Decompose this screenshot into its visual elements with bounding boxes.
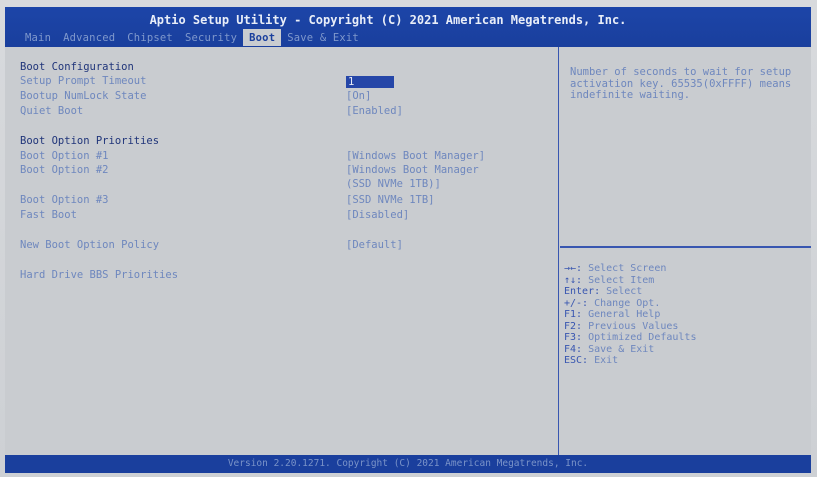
help-description: Number of seconds to wait for setup acti… bbox=[570, 66, 792, 101]
setting-label: Boot Option #3 bbox=[20, 194, 109, 206]
setting-label: Fast Boot bbox=[20, 209, 77, 221]
key-hint: ↑↓: Select Item bbox=[564, 275, 696, 287]
section-boot-option-priorities: Boot Option Priorities bbox=[10, 135, 558, 151]
setting-value[interactable]: [Enabled] bbox=[346, 105, 403, 117]
key-hint: F2: Previous Values bbox=[564, 321, 696, 333]
key-description: Exit bbox=[594, 355, 619, 366]
plus-minus-key: +/-: bbox=[564, 297, 589, 309]
tab-bar: Main Advanced Chipset Security Boot Save… bbox=[19, 29, 365, 46]
key-description: Select bbox=[606, 286, 643, 297]
screen-background: Aptio Setup Utility - Copyright (C) 2021… bbox=[0, 0, 817, 477]
key-hint: F4: Save & Exit bbox=[564, 344, 696, 356]
arrow-left-right-key: →←: bbox=[564, 263, 583, 274]
app-title: Aptio Setup Utility - Copyright (C) 2021… bbox=[149, 13, 627, 27]
key-description: General Help bbox=[588, 309, 661, 320]
title-bar: Aptio Setup Utility - Copyright (C) 2021… bbox=[5, 7, 811, 47]
setting-label: Boot Option #1 bbox=[20, 150, 109, 162]
setting-value[interactable]: [Windows Boot Manager bbox=[346, 164, 479, 176]
key-description: Save & Exit bbox=[588, 343, 655, 355]
setting-setup-prompt-timeout[interactable]: Setup Prompt Timeout 1 bbox=[10, 75, 558, 91]
section-title: Boot Option Priorities bbox=[20, 135, 160, 147]
setting-bootup-numlock-state[interactable]: Bootup NumLock State [On] bbox=[10, 90, 558, 106]
key-description: Optimized Defaults bbox=[588, 332, 697, 343]
key-description: Select Screen bbox=[588, 263, 667, 274]
key-hint: +/-: Change Opt. bbox=[564, 298, 696, 310]
f3-key: F3: bbox=[564, 332, 583, 343]
arrow-up-down-key: ↑↓: bbox=[564, 274, 583, 286]
key-description: Select Item bbox=[588, 274, 655, 286]
setting-fast-boot[interactable]: Fast Boot [Disabled] bbox=[10, 209, 558, 225]
help-divider bbox=[560, 246, 811, 248]
esc-key: ESC: bbox=[564, 355, 589, 366]
key-hint: F1: General Help bbox=[564, 309, 696, 321]
setting-value[interactable]: [Default] bbox=[346, 239, 403, 251]
bios-setup-window: Aptio Setup Utility - Copyright (C) 2021… bbox=[5, 7, 811, 473]
key-description: Change Opt. bbox=[594, 297, 661, 309]
f2-key: F2: bbox=[564, 320, 583, 332]
setting-value-continued: (SSD NVMe 1TB)] bbox=[346, 178, 441, 190]
key-hint: Enter: Select bbox=[564, 286, 696, 298]
key-hint: ESC: Exit bbox=[564, 355, 696, 367]
setting-value[interactable]: [Windows Boot Manager] bbox=[346, 150, 485, 162]
setting-value[interactable]: [Disabled] bbox=[346, 209, 409, 221]
settings-panel: Boot Configuration Setup Prompt Timeout … bbox=[10, 47, 559, 455]
setting-boot-option-3[interactable]: Boot Option #3 [SSD NVMe 1TB] bbox=[10, 194, 558, 210]
setting-label: Quiet Boot bbox=[20, 105, 84, 117]
status-bar: Version 2.20.1271. Copyright (C) 2021 Am… bbox=[5, 455, 811, 473]
enter-key: Enter: bbox=[564, 286, 601, 297]
timeout-value-field[interactable]: 1 bbox=[346, 76, 394, 88]
key-description: Previous Values bbox=[588, 320, 679, 332]
key-hint: →←: Select Screen bbox=[564, 263, 696, 275]
setting-value[interactable]: [SSD NVMe 1TB] bbox=[346, 194, 435, 206]
version-footer: Version 2.20.1271. Copyright (C) 2021 Am… bbox=[227, 458, 589, 469]
help-panel: Number of seconds to wait for setup acti… bbox=[560, 47, 811, 455]
setting-boot-option-2-continued: (SSD NVMe 1TB)] bbox=[10, 178, 558, 194]
setting-hard-drive-bbs-priorities[interactable]: Hard Drive BBS Priorities bbox=[10, 269, 558, 285]
setting-new-boot-option-policy[interactable]: New Boot Option Policy [Default] bbox=[10, 239, 558, 255]
setting-label: Hard Drive BBS Priorities bbox=[20, 269, 179, 281]
tab-security[interactable]: Security bbox=[179, 29, 243, 46]
setting-label: Boot Option #2 bbox=[20, 164, 109, 176]
setting-label: Bootup NumLock State bbox=[20, 90, 147, 102]
section-title: Boot Configuration bbox=[20, 61, 134, 73]
key-legend: →←: Select Screen ↑↓: Select Item Enter:… bbox=[564, 263, 696, 367]
setting-label: Setup Prompt Timeout bbox=[20, 75, 147, 87]
setting-value[interactable]: [On] bbox=[346, 90, 371, 102]
tab-chipset[interactable]: Chipset bbox=[121, 29, 179, 46]
tab-save-exit[interactable]: Save & Exit bbox=[281, 29, 365, 46]
tab-main[interactable]: Main bbox=[19, 29, 57, 46]
tab-advanced[interactable]: Advanced bbox=[57, 29, 121, 46]
tab-boot[interactable]: Boot bbox=[243, 29, 282, 46]
setting-quiet-boot[interactable]: Quiet Boot [Enabled] bbox=[10, 105, 558, 121]
key-hint: F3: Optimized Defaults bbox=[564, 332, 696, 344]
setting-label: New Boot Option Policy bbox=[20, 239, 160, 251]
f4-key: F4: bbox=[564, 343, 583, 355]
f1-key: F1: bbox=[564, 309, 583, 320]
